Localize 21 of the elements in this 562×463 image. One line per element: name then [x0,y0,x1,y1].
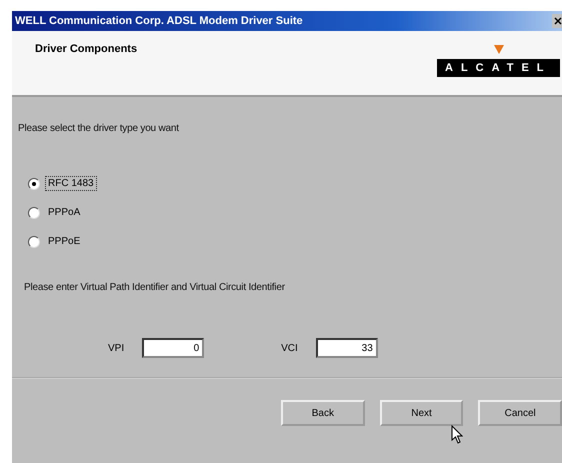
instruction-text: Please enter Virtual Path Identifier and Virtual Circuit Identifier [24,282,286,293]
radio-label[interactable]: PPPoE [45,234,84,249]
field-label: VCI [281,342,298,354]
window-title: WELL Communication Corp. ADSL Modem Driver Suite [15,15,303,27]
radio-button[interactable] [28,178,40,190]
triangle-icon [494,45,504,54]
logo: ALCATEL [437,59,560,77]
mouse-cursor-icon [451,425,463,444]
field-label: VPI [108,342,124,354]
radio-label[interactable]: PPPoA [45,205,84,220]
dialog-button[interactable]: Back [281,400,365,426]
input-field[interactable]: 33 [316,338,378,358]
close-icon[interactable] [552,14,562,28]
radio-button[interactable] [28,206,40,218]
radio-label[interactable]: RFC 1483 [45,176,97,191]
input-field[interactable]: 0 [142,338,204,358]
radio-button[interactable] [28,236,40,248]
dialog-button[interactable]: Cancel [478,400,562,426]
instruction-text: Please select the driver type you want [18,123,180,134]
page-heading: Driver Components [35,43,138,57]
dialog-button[interactable]: Next [380,400,464,426]
